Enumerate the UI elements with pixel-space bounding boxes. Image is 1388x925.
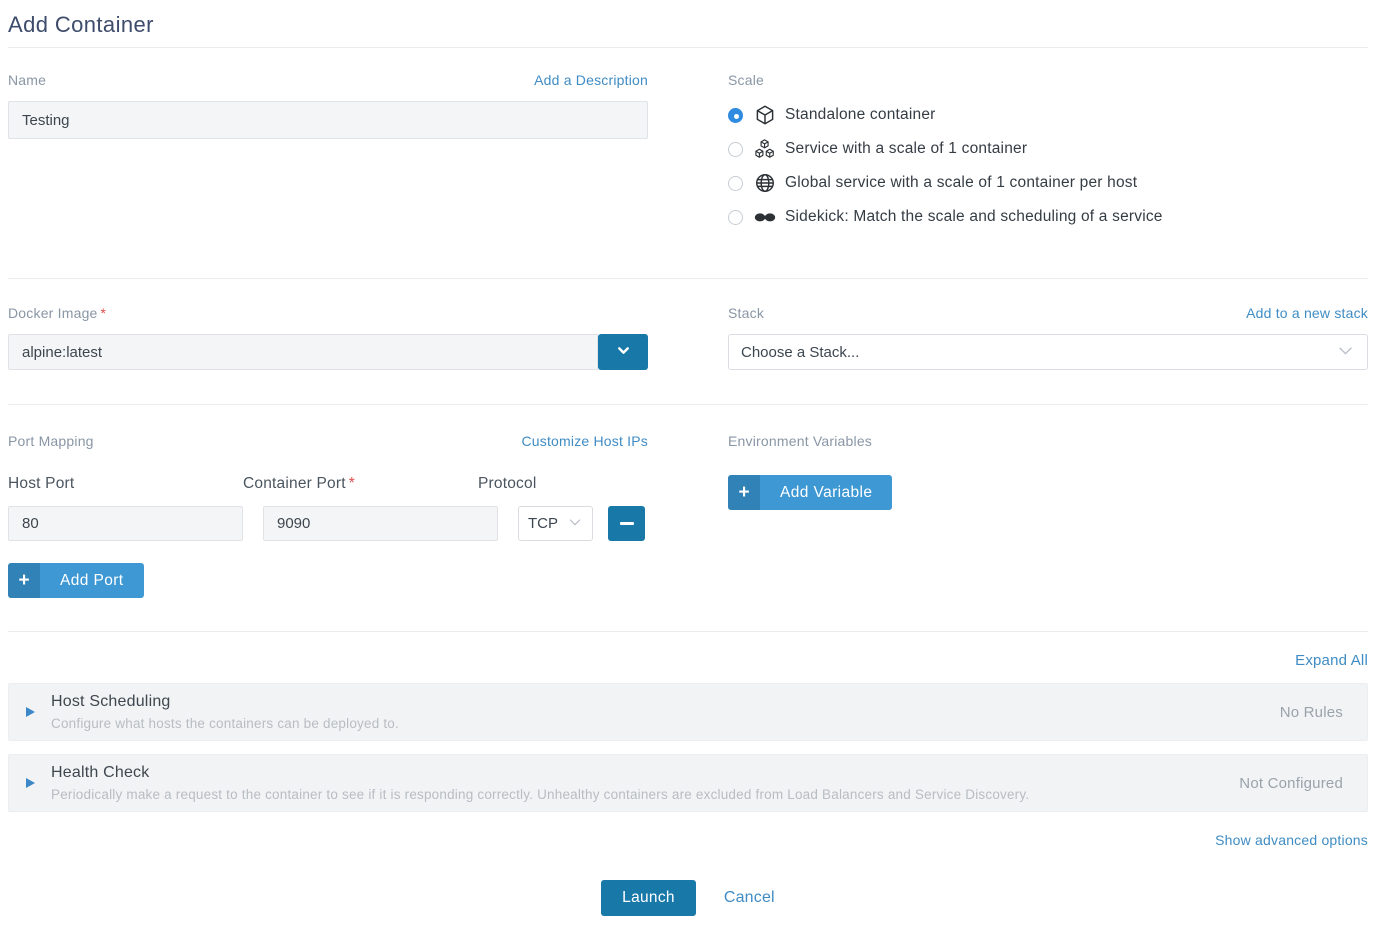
radio-button[interactable] [728,210,743,225]
scale-option-label: Global service with a scale of 1 contain… [785,174,1137,192]
required-asterisk: * [101,305,107,321]
cancel-link[interactable]: Cancel [724,889,775,907]
container-port-input[interactable] [263,506,498,541]
image-dropdown-button[interactable] [598,334,648,370]
scale-options: Standalone container Service with a scal… [728,101,1368,229]
scale-option-standalone[interactable]: Standalone container [728,103,1368,127]
docker-image-label: Docker Image* [8,305,106,321]
add-port-label: Add Port [40,563,144,598]
protocol-select-value: TCP [528,515,558,532]
show-advanced-options-link[interactable]: Show advanced options [1215,832,1368,848]
plus-icon: + [728,475,760,510]
host-port-input[interactable] [8,506,243,541]
form-actions: Launch Cancel [8,860,1368,916]
expand-arrow-icon[interactable] [26,707,35,717]
expand-all-link[interactable]: Expand All [1295,652,1368,669]
chevron-down-icon [567,514,583,534]
host-port-label: Host Port [8,475,243,493]
expand-arrow-icon[interactable] [26,778,35,788]
name-input[interactable] [8,101,648,139]
minus-icon [620,522,634,525]
stack-select-value: Choose a Stack... [741,344,859,361]
stack-select[interactable]: Choose a Stack... [728,334,1368,370]
scale-option-service[interactable]: Service with a scale of 1 container [728,137,1368,161]
customize-host-ips-link[interactable]: Customize Host IPs [521,433,648,449]
name-scale-section: Name Add a Description Scale S [8,48,1368,278]
chevron-down-icon [615,342,632,362]
docker-image-input[interactable] [8,334,598,370]
health-check-accordion[interactable]: Health Check Periodically make a request… [8,754,1368,812]
required-asterisk: * [349,475,355,492]
protocol-select[interactable]: TCP [518,506,593,541]
launch-button[interactable]: Launch [601,880,696,916]
chevron-down-icon [1336,341,1355,364]
scale-label: Scale [728,72,764,88]
radio-button[interactable] [728,108,743,123]
protocol-label: Protocol [478,475,553,493]
add-variable-button[interactable]: + Add Variable [728,475,892,510]
add-variable-label: Add Variable [760,475,892,510]
radio-button[interactable] [728,142,743,157]
remove-port-button[interactable] [608,506,645,541]
scale-option-global[interactable]: Global service with a scale of 1 contain… [728,171,1368,195]
environment-variables-label: Environment Variables [728,433,872,449]
accordion-title: Health Check [51,764,1209,782]
ports-env-section: Port Mapping Customize Host IPs Host Por… [8,405,1368,631]
radio-button[interactable] [728,176,743,191]
accordion-status: No Rules [1280,704,1343,721]
container-port-label: Container Port* [243,475,478,493]
globe-icon [752,171,777,195]
service-cluster-icon [752,137,777,161]
page-title: Add Container [8,0,1368,47]
cube-icon [752,103,777,127]
port-mapping-label: Port Mapping [8,433,94,449]
scale-option-label: Sidekick: Match the scale and scheduling… [785,208,1163,226]
plus-icon: + [8,563,40,598]
name-label: Name [8,72,46,88]
scale-option-label: Standalone container [785,106,936,124]
scale-option-label: Service with a scale of 1 container [785,140,1027,158]
add-new-stack-link[interactable]: Add to a new stack [1246,305,1368,321]
accordion-title: Host Scheduling [51,693,1250,711]
stack-label: Stack [728,305,764,321]
accordion-status: Not Configured [1239,775,1343,792]
add-port-button[interactable]: + Add Port [8,563,144,598]
add-container-form: Add Container Name Add a Description Sca… [0,0,1388,916]
accordion-description: Configure what hosts the containers can … [51,716,1250,731]
port-mapping-row: TCP [8,506,648,541]
accordion-description: Periodically make a request to the conta… [51,787,1209,802]
add-description-link[interactable]: Add a Description [534,72,648,88]
host-scheduling-accordion[interactable]: Host Scheduling Configure what hosts the… [8,683,1368,741]
mask-icon [752,205,777,229]
image-stack-section: Docker Image* Stack Add to a new stack C… [8,279,1368,404]
scale-option-sidekick[interactable]: Sidekick: Match the scale and scheduling… [728,205,1368,229]
